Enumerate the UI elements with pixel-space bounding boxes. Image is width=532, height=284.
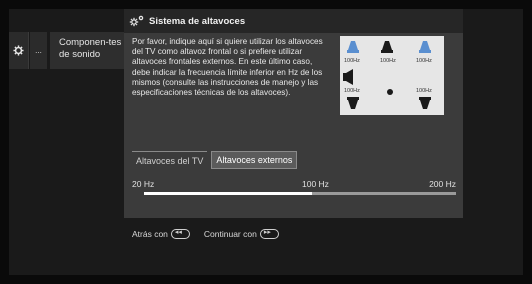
subwoofer-icon (343, 69, 353, 85)
speaker-layout-diagram: 100Hz 100Hz 100Hz 100Hz 100Hz (340, 36, 444, 115)
listener-position-icon (387, 89, 393, 95)
speaker-settings-icon (129, 15, 145, 27)
description-text: Por favor, indique aquí si quiere utiliz… (132, 37, 323, 98)
more-menu-button[interactable]: ... (30, 32, 47, 69)
center-speaker-icon (381, 41, 393, 53)
scale-min-label: 20 Hz (132, 179, 155, 189)
front-left-hz-label: 100Hz (344, 58, 360, 64)
frequency-slider[interactable] (144, 192, 456, 195)
rear-right-speaker-icon (419, 97, 431, 109)
tab-tv-speakers[interactable]: Altavoces del TV (132, 151, 208, 169)
rear-left-hz-label: 100Hz (344, 88, 360, 94)
frequency-slider-fill (144, 192, 313, 195)
sidebar-item-sound-components[interactable]: Componen-tes de sonido (50, 32, 124, 69)
sidebar-item-label: Componen-tes de sonido (59, 37, 122, 60)
dialog-header: Sistema de altavoces (124, 9, 463, 33)
speaker-mode-tabs: Altavoces del TV Altavoces externos (132, 151, 301, 169)
rear-left-speaker-icon (347, 97, 359, 109)
center-hz-label: 100Hz (380, 58, 396, 64)
footer-hints: Atrás con ◂◂ Continuar con ▸▸ (124, 224, 463, 244)
scale-mid-label: 100 Hz (302, 179, 329, 189)
front-right-speaker-icon (419, 41, 431, 53)
front-left-speaker-icon (347, 41, 359, 53)
tab-external-speakers[interactable]: Altavoces externos (211, 151, 298, 169)
rear-right-hz-label: 100Hz (416, 88, 432, 94)
dialog-body: Por favor, indique aquí si quiere utiliz… (124, 33, 463, 218)
rewind-key-icon: ◂◂ (170, 229, 190, 239)
front-right-hz-label: 100Hz (416, 58, 432, 64)
continue-hint: Continuar con ▸▸ (204, 229, 279, 239)
back-hint-label: Atrás con (132, 229, 168, 239)
back-hint: Atrás con ◂◂ (132, 229, 190, 239)
scale-max-label: 200 Hz (429, 179, 456, 189)
continue-hint-label: Continuar con (203, 229, 257, 239)
dialog-title: Sistema de altavoces (149, 15, 246, 27)
gear-icon (13, 45, 24, 56)
settings-menu-button[interactable] (9, 32, 29, 69)
ellipsis-label: ... (35, 46, 42, 55)
forward-key-icon: ▸▸ (259, 229, 279, 239)
